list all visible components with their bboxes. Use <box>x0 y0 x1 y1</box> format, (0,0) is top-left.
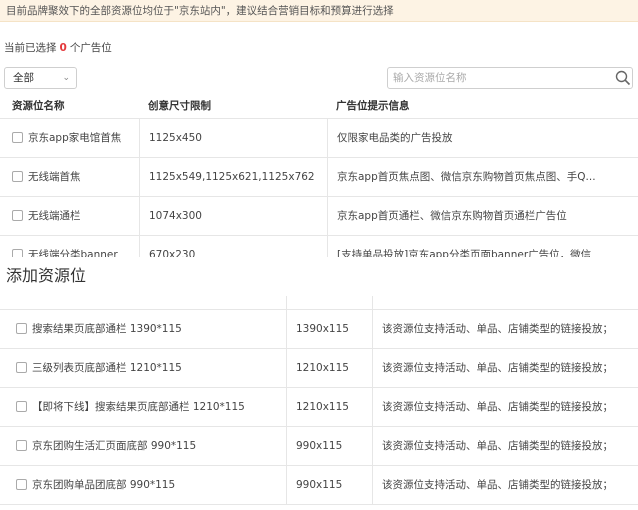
selection-summary: 当前已选择 0 个广告位 <box>4 40 112 55</box>
resource-table-top: 资源位名称 创意尺寸限制 广告位提示信息 京东app家电馆首焦 1125x450… <box>0 93 638 257</box>
row-name-cell: 无线端分类banner <box>12 236 118 257</box>
row-hint: 仅限家电品类的广告投放 <box>337 132 453 144</box>
row-checkbox[interactable] <box>12 131 23 143</box>
row-name: 无线端首焦 <box>28 171 81 183</box>
search-icon[interactable] <box>615 70 631 86</box>
row-hint: [支持单品投放]京东app分类页面banner广告位，微信 <box>337 249 592 257</box>
header-hint: 广告位提示信息 <box>336 100 410 112</box>
row-size: 1210x115 <box>296 362 349 374</box>
row-name-cell: 京东团购单品团底部 990*115 <box>16 466 175 505</box>
row-checkbox[interactable] <box>16 478 27 490</box>
row-name: 【即将下线】搜索结果页底部通栏 1210*115 <box>32 401 245 413</box>
row-size: 990x115 <box>296 440 343 452</box>
table-row[interactable]: 京东团购生活汇页面底部 990*115 990x115 该资源位支持活动、单品、… <box>0 427 638 466</box>
row-name: 京东团购单品团底部 990*115 <box>32 479 176 491</box>
row-name-cell: 搜索结果页底部通栏 1390*115 <box>16 310 182 349</box>
row-size: 1125x450 <box>149 132 202 144</box>
row-size: 990x115 <box>296 479 343 491</box>
row-hint: 京东app首页焦点图、微信京东购物首页焦点图、手Q... <box>337 171 596 183</box>
row-size: 670x230 <box>149 249 196 257</box>
row-size: 1074x300 <box>149 210 202 222</box>
notice-text: 目前品牌聚效下的全部资源位均位于"京东站内"，建议结合营销目标和预算进行选择 <box>6 5 394 17</box>
row-checkbox[interactable] <box>12 170 23 182</box>
table-row[interactable]: 搜索结果页底部通栏 1390*115 1390x115 该资源位支持活动、单品、… <box>0 310 638 349</box>
row-checkbox[interactable] <box>16 361 27 373</box>
row-name-cell: 京东团购生活汇页面底部 990*115 <box>16 427 196 466</box>
table-header: 资源位名称 创意尺寸限制 广告位提示信息 <box>0 93 638 119</box>
row-name-cell: 无线端通栏 <box>12 197 81 236</box>
dropdown-value: 全部 <box>13 72 34 84</box>
row-name: 三级列表页底部通栏 1210*115 <box>32 362 182 374</box>
search-box <box>387 67 633 89</box>
row-name: 搜索结果页底部通栏 1390*115 <box>32 323 182 335</box>
selection-suffix: 个广告位 <box>69 42 112 54</box>
notice-banner: 目前品牌聚效下的全部资源位均位于"京东站内"，建议结合营销目标和预算进行选择 <box>0 0 638 22</box>
row-checkbox[interactable] <box>16 400 27 412</box>
selection-prefix: 当前已选择 <box>4 42 57 54</box>
row-checkbox[interactable] <box>16 439 27 451</box>
row-name: 无线端分类banner <box>28 249 118 257</box>
row-size: 1390x115 <box>296 323 349 335</box>
row-hint: 该资源位支持活动、单品、店铺类型的链接投放； <box>382 401 613 413</box>
row-hint: 该资源位支持活动、单品、店铺类型的链接投放； <box>382 362 613 374</box>
row-name: 京东app家电馆首焦 <box>28 132 122 144</box>
table-row[interactable]: 无线端首焦 1125x549,1125x621,1125x762 京东app首页… <box>0 158 638 197</box>
row-hint: 该资源位支持活动、单品、店铺类型的链接投放； <box>382 323 613 335</box>
row-name-cell: 【即将下线】搜索结果页底部通栏 1210*115 <box>16 388 245 427</box>
row-name: 京东团购生活汇页面底部 990*115 <box>32 440 197 452</box>
row-name: 无线端通栏 <box>28 210 81 222</box>
row-checkbox[interactable] <box>12 209 23 221</box>
row-checkbox[interactable] <box>12 248 23 257</box>
row-name-cell: 无线端首焦 <box>12 158 81 197</box>
table-row[interactable]: 无线端分类banner 670x230 [支持单品投放]京东app分类页面ban… <box>0 236 638 257</box>
selection-count: 0 <box>59 42 67 54</box>
row-name-cell: 三级列表页底部通栏 1210*115 <box>16 349 182 388</box>
row-size: 1125x549,1125x621,1125x762 <box>149 171 315 183</box>
table-row[interactable]: 京东app家电馆首焦 1125x450 仅限家电品类的广告投放 <box>0 119 638 158</box>
row-size: 1210x115 <box>296 401 349 413</box>
table-header <box>0 296 638 310</box>
row-hint: 京东app首页通栏、微信京东购物首页通栏广告位 <box>337 210 567 222</box>
resource-table-bottom: 搜索结果页底部通栏 1390*115 1390x115 该资源位支持活动、单品、… <box>0 296 638 510</box>
header-name: 资源位名称 <box>12 100 65 112</box>
table-row[interactable]: 三级列表页底部通栏 1210*115 1210x115 该资源位支持活动、单品、… <box>0 349 638 388</box>
row-checkbox[interactable] <box>16 322 27 334</box>
table-row[interactable]: 无线端通栏 1074x300 京东app首页通栏、微信京东购物首页通栏广告位 <box>0 197 638 236</box>
row-hint: 该资源位支持活动、单品、店铺类型的链接投放； <box>382 440 613 452</box>
header-size: 创意尺寸限制 <box>148 100 211 112</box>
table-row[interactable]: 【即将下线】搜索结果页底部通栏 1210*115 1210x115 该资源位支持… <box>0 388 638 427</box>
row-hint: 该资源位支持活动、单品、店铺类型的链接投放； <box>382 479 613 491</box>
section-title: 添加资源位 <box>6 266 87 285</box>
table-row[interactable]: 京东团购单品团底部 990*115 990x115 该资源位支持活动、单品、店铺… <box>0 466 638 505</box>
category-dropdown[interactable]: 全部 ⌄ <box>4 67 77 89</box>
chevron-down-icon: ⌄ <box>62 73 70 83</box>
row-name-cell: 京东app家电馆首焦 <box>12 119 121 158</box>
search-input[interactable] <box>393 68 603 88</box>
